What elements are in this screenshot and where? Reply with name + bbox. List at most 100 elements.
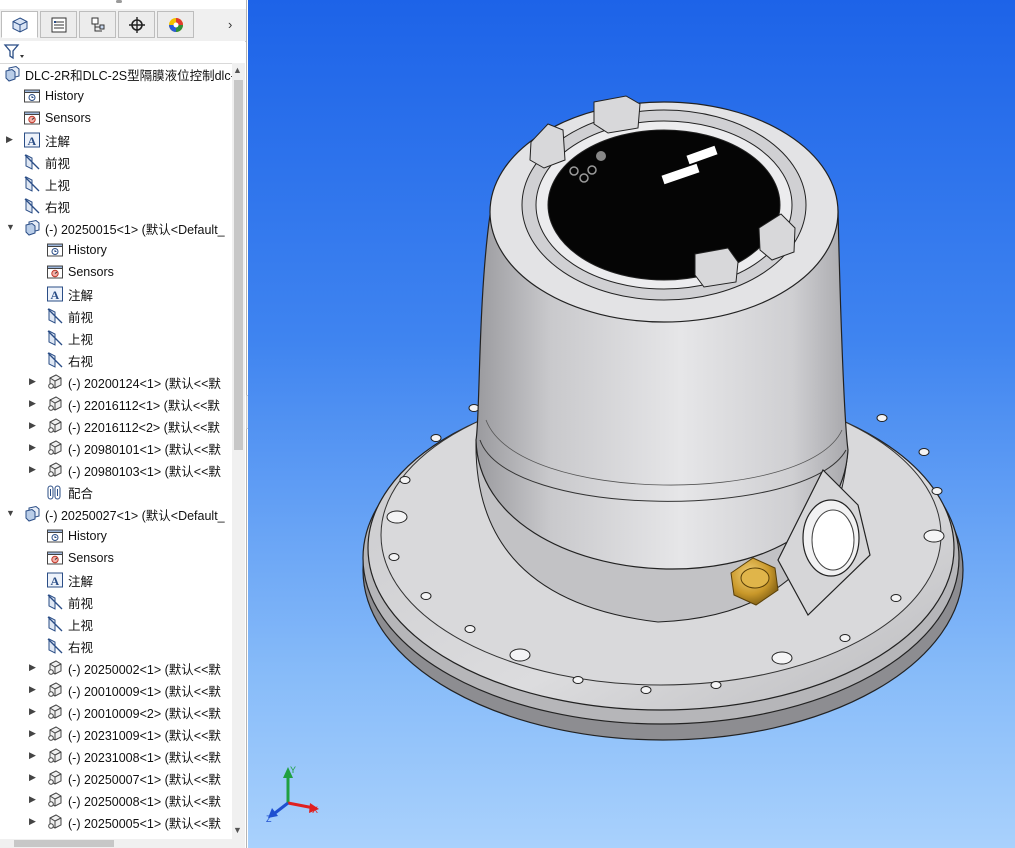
tree-item[interactable]: ▶ (-) 20250007<1> (默认<<默 bbox=[29, 767, 221, 789]
tree-item-label: (-) 20250005<1> (默认<<默 bbox=[68, 816, 221, 831]
tree-item-label: (-) 20250007<1> (默认<<默 bbox=[68, 772, 221, 787]
part-icon bbox=[46, 461, 64, 479]
tree-item-label: 前视 bbox=[68, 596, 94, 611]
expand-arrow-icon[interactable]: ▶ bbox=[29, 376, 36, 387]
tree-item[interactable]: ▶ (-) 22016112<1> (默认<<默 bbox=[29, 393, 220, 415]
feature-tree: DLC-2R和DLC-2S型隔膜液位控制dlc-2 History Sensors ▶… bbox=[0, 63, 232, 839]
feature-manager-panel: › DLC-2R和DLC-2S型隔膜液位控制dlc-2 History Sensor… bbox=[0, 0, 247, 848]
graphics-viewport[interactable]: Y X Z bbox=[248, 0, 1015, 848]
tree-item[interactable]: ▼ (-) 20250027<1> (默认<Default_ bbox=[6, 503, 225, 525]
tree-item-label: Sensors bbox=[45, 111, 91, 125]
plane-icon bbox=[23, 153, 41, 171]
tree-item-label: History bbox=[45, 89, 84, 103]
tree-item[interactable]: A 注解 bbox=[46, 283, 93, 305]
scroll-down-arrow-icon[interactable]: ▼ bbox=[233, 825, 242, 835]
tree-item-label: (-) 20980103<1> (默认<<默 bbox=[68, 464, 221, 479]
expand-arrow-icon[interactable]: ▶ bbox=[29, 464, 36, 475]
tree-item[interactable]: Sensors bbox=[46, 547, 114, 569]
tree-item[interactable]: 前视 bbox=[46, 305, 93, 327]
feature-manager-tab[interactable] bbox=[1, 11, 38, 38]
history-folder-icon bbox=[46, 241, 64, 259]
tree-item-label: 上视 bbox=[68, 618, 94, 633]
tree-item[interactable]: History bbox=[46, 239, 107, 261]
crosshair-icon bbox=[128, 16, 146, 34]
tree-item[interactable]: 上视 bbox=[23, 173, 70, 195]
expand-arrow-icon[interactable]: ▶ bbox=[29, 750, 36, 761]
panel-grip[interactable] bbox=[116, 0, 122, 3]
part-icon bbox=[46, 747, 64, 765]
tree-item-label: (-) 20231009<1> (默认<<默 bbox=[68, 728, 221, 743]
tree-item[interactable]: ▶ (-) 22016112<2> (默认<<默 bbox=[29, 415, 220, 437]
tab-scroll-right-icon[interactable]: › bbox=[228, 17, 232, 32]
tree-item[interactable]: History bbox=[23, 85, 84, 107]
collapse-arrow-icon[interactable]: ▼ bbox=[6, 508, 15, 518]
expand-arrow-icon[interactable]: ▶ bbox=[29, 794, 36, 805]
tree-item[interactable]: ▶ (-) 20010009<2> (默认<<默 bbox=[29, 701, 221, 723]
filter-icon[interactable] bbox=[3, 43, 25, 61]
horizontal-scroll-thumb[interactable] bbox=[14, 840, 114, 847]
tree-item[interactable]: Sensors bbox=[46, 261, 114, 283]
expand-arrow-icon[interactable]: ▶ bbox=[6, 134, 13, 145]
tree-item[interactable]: ▶ (-) 20231008<1> (默认<<默 bbox=[29, 745, 221, 767]
expand-arrow-icon[interactable]: ▶ bbox=[29, 398, 36, 409]
tree-item[interactable]: 上视 bbox=[46, 613, 93, 635]
expand-arrow-icon[interactable]: ▶ bbox=[29, 816, 36, 827]
tree-item[interactable]: 上视 bbox=[46, 327, 93, 349]
tree-item[interactable]: ▶ (-) 20980103<1> (默认<<默 bbox=[29, 459, 221, 481]
tree-item[interactable]: 前视 bbox=[23, 151, 70, 173]
tree-item[interactable]: 右视 bbox=[23, 195, 70, 217]
expand-arrow-icon[interactable]: ▶ bbox=[29, 420, 36, 431]
part-icon bbox=[46, 417, 64, 435]
plane-icon bbox=[46, 637, 64, 655]
tree-item-label: Sensors bbox=[68, 265, 114, 279]
tree-item[interactable]: 右视 bbox=[46, 349, 93, 371]
property-manager-tab[interactable] bbox=[40, 11, 77, 38]
plane-icon bbox=[46, 615, 64, 633]
tree-item[interactable]: ▶ (-) 20250005<1> (默认<<默 bbox=[29, 811, 221, 833]
tree-item[interactable]: Sensors bbox=[23, 107, 91, 129]
z-axis-label: Z bbox=[266, 814, 272, 824]
scroll-up-arrow-icon[interactable]: ▲ bbox=[233, 65, 242, 75]
assembly-icon bbox=[3, 65, 21, 83]
expand-arrow-icon[interactable]: ▶ bbox=[29, 706, 36, 717]
tree-item[interactable]: 右视 bbox=[46, 635, 93, 657]
collapse-arrow-icon[interactable]: ▼ bbox=[6, 222, 15, 232]
expand-arrow-icon[interactable]: ▶ bbox=[29, 442, 36, 453]
display-manager-tab[interactable] bbox=[157, 11, 194, 38]
dimxpert-tab[interactable] bbox=[118, 11, 155, 38]
sensors-folder-icon bbox=[46, 263, 64, 281]
tree-item[interactable]: ▶ (-) 20980101<1> (默认<<默 bbox=[29, 437, 221, 459]
model-3d-view[interactable]: Y X Z bbox=[248, 0, 1015, 848]
tree-item[interactable]: A 注解 bbox=[46, 569, 93, 591]
tree-horizontal-scrollbar[interactable] bbox=[0, 839, 245, 848]
tree-item-label: 右视 bbox=[68, 354, 94, 369]
tree-item[interactable]: 配合 bbox=[46, 481, 93, 503]
tree-item[interactable]: ▶ (-) 20010009<1> (默认<<默 bbox=[29, 679, 221, 701]
tree-item[interactable]: ▼ (-) 20250015<1> (默认<Default_ bbox=[6, 217, 225, 239]
configuration-manager-tab[interactable] bbox=[79, 11, 116, 38]
manager-tab-bar: › bbox=[0, 9, 246, 42]
tree-item[interactable]: ▶ (-) 20250002<1> (默认<<默 bbox=[29, 657, 221, 679]
tree-vertical-scrollbar[interactable]: ▲ ▼ bbox=[232, 63, 245, 839]
tree-item[interactable]: ▶ (-) 20200124<1> (默认<<默 bbox=[29, 371, 221, 393]
tree-item[interactable]: ▶ A 注解 bbox=[6, 129, 71, 151]
tree-item-label: 注解 bbox=[45, 134, 71, 149]
tree-item[interactable]: History bbox=[46, 525, 107, 547]
history-folder-icon bbox=[23, 87, 41, 105]
vertical-scroll-thumb[interactable] bbox=[234, 80, 243, 450]
tree-item[interactable]: ▶ (-) 20231009<1> (默认<<默 bbox=[29, 723, 221, 745]
assembly-icon bbox=[23, 219, 41, 237]
expand-arrow-icon[interactable]: ▶ bbox=[29, 728, 36, 739]
expand-arrow-icon[interactable]: ▶ bbox=[29, 772, 36, 783]
expand-arrow-icon[interactable]: ▶ bbox=[29, 684, 36, 695]
sensors-folder-icon bbox=[23, 109, 41, 127]
view-triad[interactable]: Y X Z bbox=[266, 765, 319, 824]
annotations-icon: A bbox=[46, 285, 64, 303]
tree-item[interactable]: ▶ (-) 20250008<1> (默认<<默 bbox=[29, 789, 221, 811]
tree-item[interactable]: DLC-2R和DLC-2S型隔膜液位控制dlc-2 bbox=[3, 63, 232, 85]
part-icon bbox=[46, 769, 64, 787]
tree-item-label: 注解 bbox=[68, 288, 94, 303]
tree-item[interactable]: 前视 bbox=[46, 591, 93, 613]
expand-arrow-icon[interactable]: ▶ bbox=[29, 662, 36, 673]
tree-item-label: 上视 bbox=[68, 332, 94, 347]
